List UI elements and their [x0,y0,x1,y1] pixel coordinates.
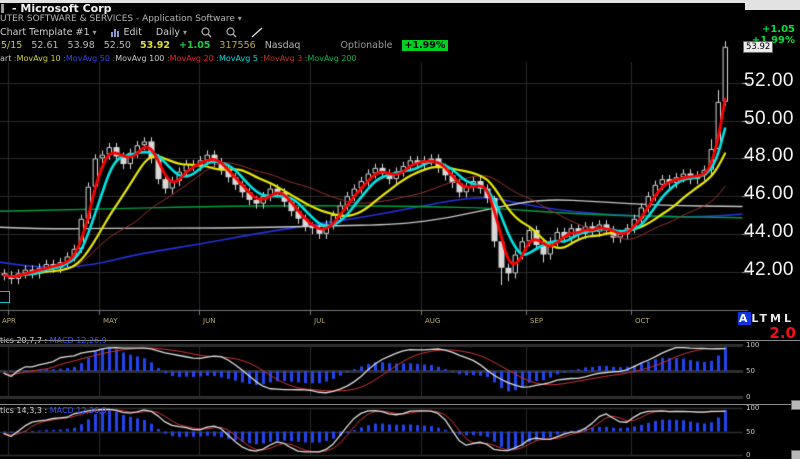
legend-entry: MovAvg 3 [263,54,307,63]
window-top-right-border [745,0,800,10]
panel-resize-handle[interactable] [791,450,800,459]
sector-label: UTER SOFTWARE & SERVICES - Application S… [0,14,235,24]
trading-app-window: - Microsoft Corp UTER SOFTWARE & SERVICE… [0,0,800,459]
legend-entry: MovAvg 50 [66,54,115,63]
toolbar: Chart Template #1 ▾ Edit Daily ▾ [0,26,263,39]
legend-entry: MovAvg 200 [307,54,356,63]
panel-scale-label: 100 [746,341,759,349]
template-dropdown[interactable]: Chart Template #1 ▾ [0,27,97,38]
quote-change: +1.05 [179,40,210,51]
panel-resize-handle[interactable] [791,400,800,410]
zoom-out-icon[interactable] [226,27,237,38]
price-axis-label: 50.00 [744,108,794,130]
quote-high: 53.98 [68,40,95,51]
panel-divider[interactable] [0,404,800,405]
month-label: OCT [635,317,650,325]
stochastics-panel-2-header: tics 14,3,3 : MACD 12,26,9 [0,406,107,415]
panel-scale-label: 100 [746,404,759,412]
period-dropdown[interactable]: Daily ▾ [156,27,187,38]
price-axis-label: 48.00 [744,145,794,167]
panel-scale-label: 50 [746,428,755,436]
legend-entry: MovAvg 20 [170,54,219,63]
window-icon [1,4,4,13]
pane-change-value: +1.05 [762,24,795,35]
legend-entry: art [0,54,17,63]
panel-divider[interactable] [0,340,800,341]
last-price-tag: 53.92 [743,41,773,53]
quote-exchange: Nasdaq [265,40,301,51]
moving-average-legend: art MovAvg 10 MovAvg 50 MovAvg 100 MovAv… [0,54,357,63]
zoom-in-icon[interactable] [201,27,212,38]
sector-breadcrumb[interactable]: UTER SOFTWARE & SERVICES - Application S… [0,14,242,24]
quote-volume: 317556 [219,40,255,51]
quote-low: 52.50 [104,40,131,51]
month-label: APR [2,317,16,325]
panel-scale-label: 0 [746,451,750,459]
month-label: AUG [425,317,440,325]
month-label: JUL [314,317,325,325]
quote-open: 52.61 [31,40,58,51]
price-chart-canvas[interactable] [0,0,800,459]
legend-entry: MovAvg 10 [17,54,66,63]
quote-bar: 5/15 52.61 53.98 52.50 53.92 +1.05 31755… [1,40,448,51]
change-percent-badge: +1.99% [402,40,449,51]
legend-entry: MovAvg 5 [219,54,263,63]
month-label: JUN [203,317,215,325]
price-axis-label: 52.00 [744,70,794,92]
cut-off-note-box [0,291,10,303]
legend-entry: MovAvg 100 [115,54,169,63]
price-axis-label: 44.00 [744,221,794,243]
month-label: MAY [103,317,118,325]
bars-icon [111,28,121,37]
chevron-down-icon: ▾ [238,14,242,23]
month-label: SEP [530,317,543,325]
chevron-down-icon: ▾ [93,28,97,37]
trendline-tool[interactable] [251,27,263,38]
window-top-border [0,0,800,3]
edit-button[interactable]: Edit [111,27,142,38]
optionable-label: Optionable [340,40,392,51]
price-axis-label: 42.00 [744,259,794,281]
price-axis-label: 46.00 [744,183,794,205]
quote-last: 53.92 [140,40,170,51]
panel-scale-label: 50 [746,367,755,375]
quote-date: 5/15 [1,40,22,51]
panel-scale-label: 0 [746,393,750,401]
chevron-down-icon: ▾ [183,28,187,37]
